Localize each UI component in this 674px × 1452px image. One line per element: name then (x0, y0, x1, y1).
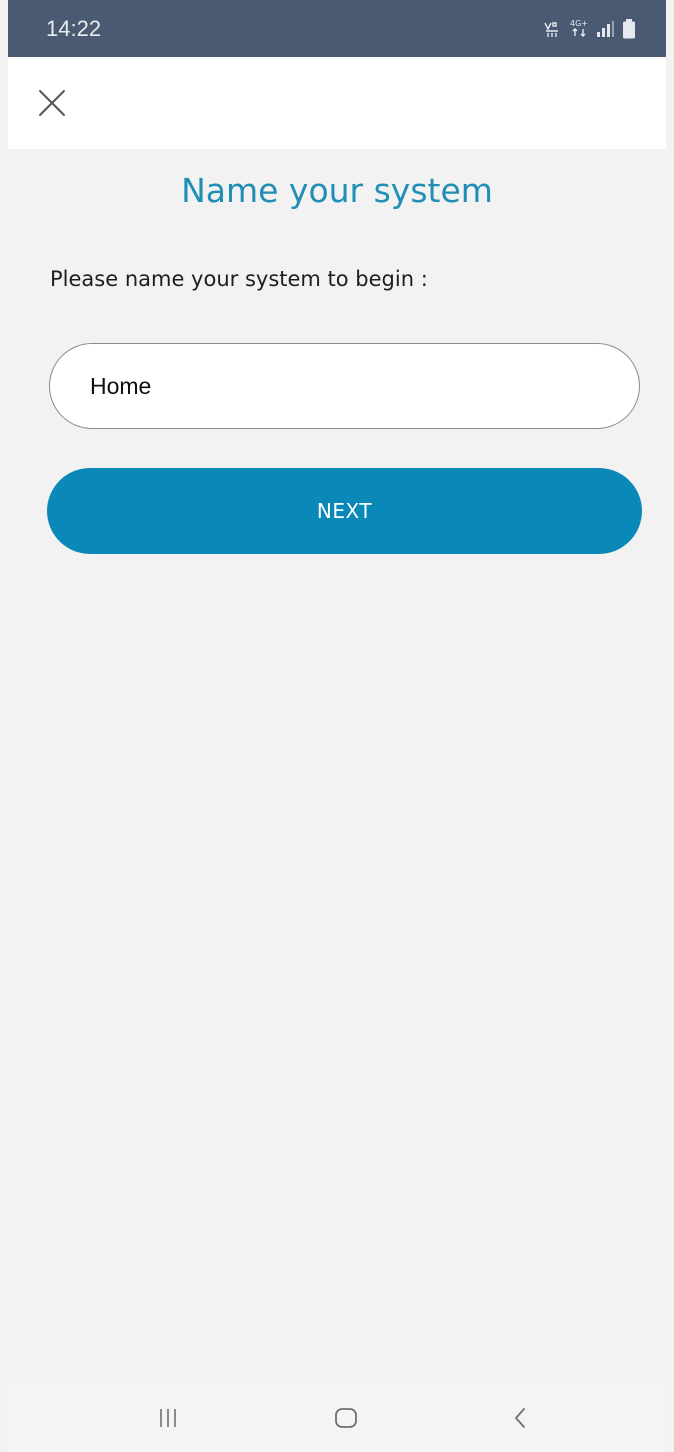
home-button[interactable] (328, 1403, 364, 1433)
close-button[interactable] (34, 85, 70, 121)
next-button[interactable]: NEXT (47, 468, 642, 554)
recent-apps-button[interactable] (150, 1403, 186, 1433)
status-bar: 14:22 4G+ (8, 0, 666, 57)
main-content: Name your system Please name your system… (8, 149, 666, 1385)
signal-icon (596, 20, 614, 37)
close-icon (39, 90, 65, 116)
app-bar (8, 57, 666, 149)
recent-apps-icon (160, 1409, 176, 1427)
page-title: Name your system (181, 171, 493, 210)
phone-screen: 14:22 4G+ Name your system Please name y… (0, 0, 674, 1452)
back-icon (515, 1408, 525, 1428)
network-speed-icon: 4G+ (570, 20, 588, 37)
home-icon (335, 1408, 357, 1428)
battery-icon (622, 18, 636, 39)
back-button[interactable] (502, 1403, 538, 1433)
name-prompt: Please name your system to begin : (50, 267, 428, 291)
status-icons: 4G+ (542, 18, 636, 39)
vowifi-icon (542, 19, 562, 39)
status-time: 14:22 (46, 15, 102, 41)
navigation-bar (8, 1385, 666, 1452)
network-label: 4G+ (570, 19, 588, 28)
system-name-input[interactable] (49, 343, 640, 429)
